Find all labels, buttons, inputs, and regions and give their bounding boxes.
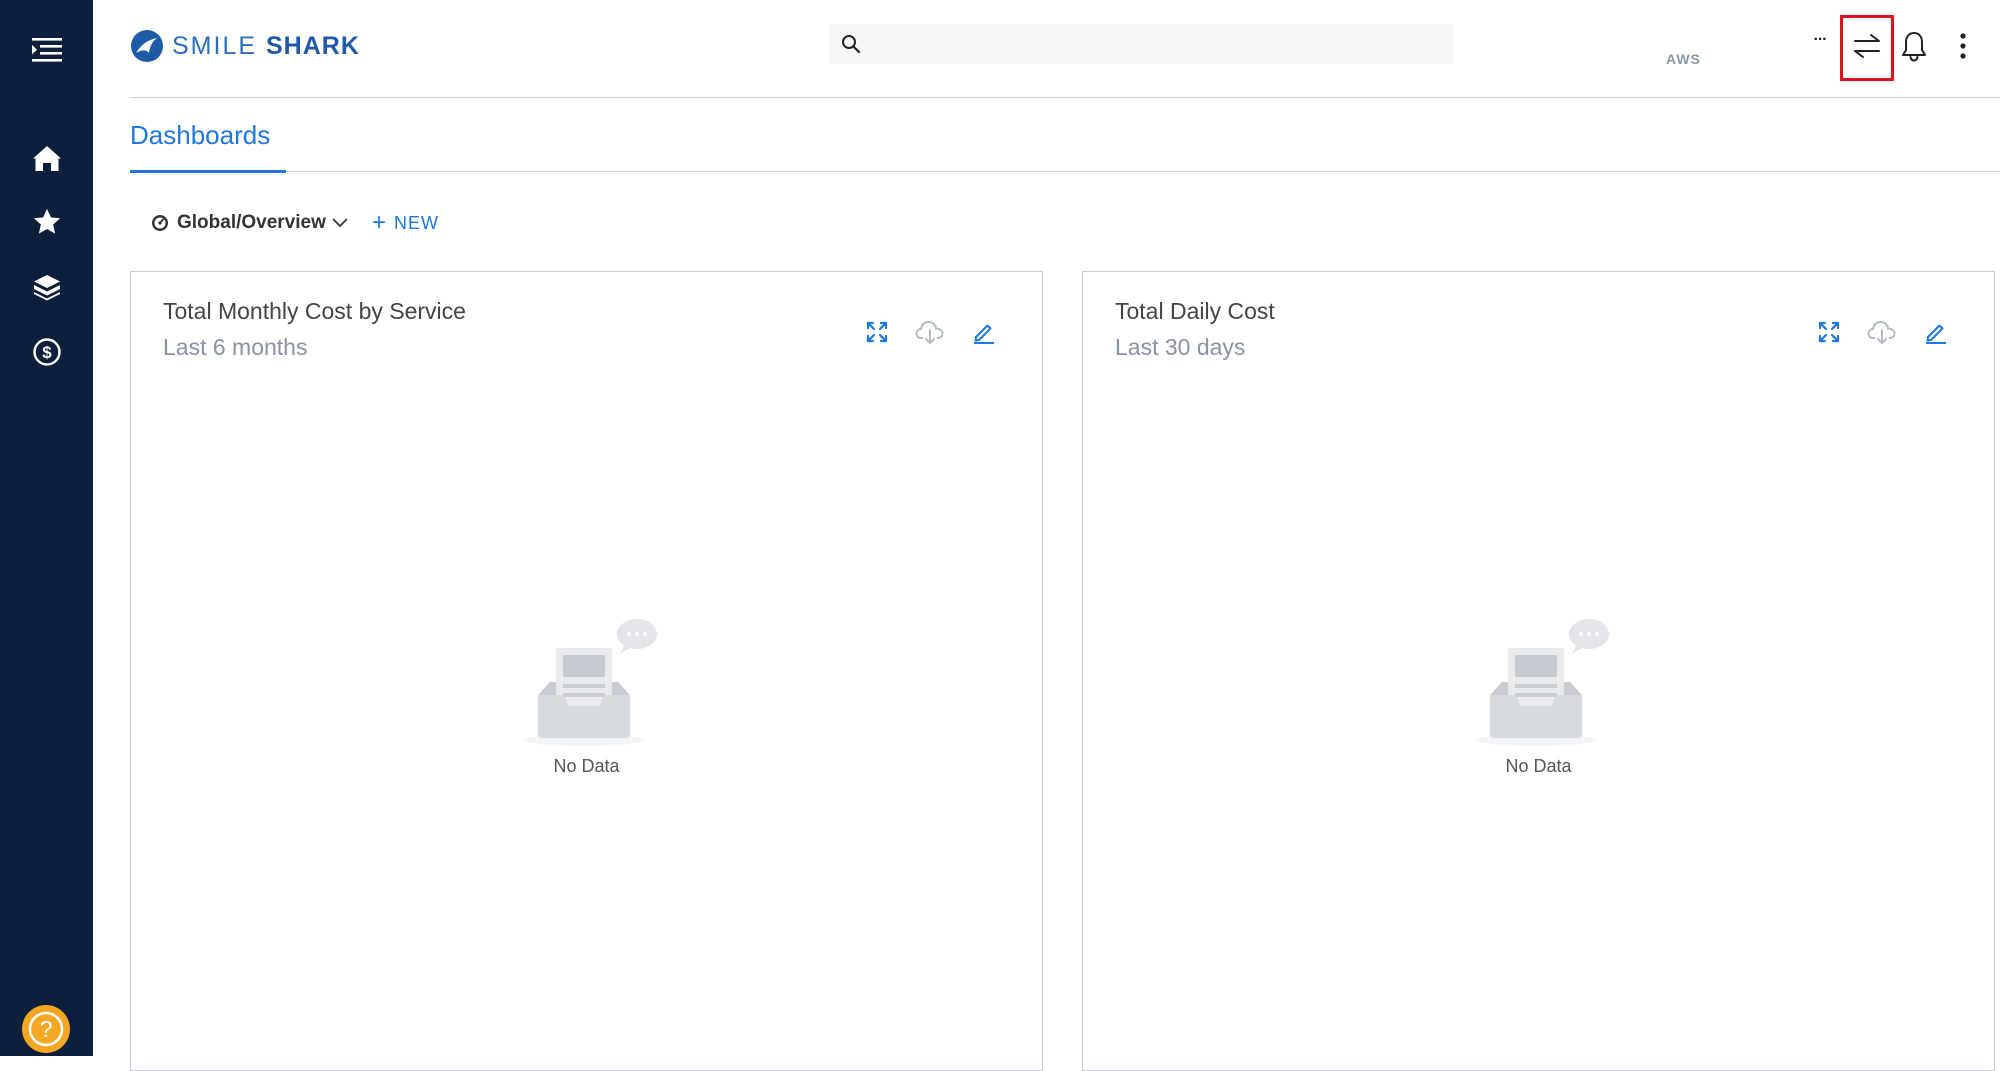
empty-state-label: No Data	[553, 756, 620, 776]
ellipsis-label: ···	[1813, 31, 1828, 48]
sidebar-item-favorites[interactable]	[0, 202, 93, 242]
edit-button[interactable]	[966, 314, 1002, 350]
dashboard-selector[interactable]: Global/Overview	[151, 208, 348, 238]
help-icon: ?	[28, 1011, 64, 1047]
empty-state: No Data	[1083, 612, 1994, 777]
header-divider	[130, 97, 2000, 98]
search-bar[interactable]	[829, 24, 1453, 64]
cube-icon	[33, 275, 60, 301]
download-button[interactable]	[912, 314, 948, 350]
cloud-download-icon	[915, 320, 944, 344]
active-tab-indicator	[130, 170, 286, 173]
expand-icon	[866, 321, 888, 343]
menu-toggle-button[interactable]	[0, 28, 93, 72]
sidebar: $ ?	[0, 0, 93, 1056]
svg-text:?: ?	[40, 1016, 53, 1042]
empty-state: No Data	[131, 612, 1042, 777]
expand-button[interactable]	[1811, 314, 1847, 350]
expand-button[interactable]	[859, 314, 895, 350]
plus-icon: +	[372, 209, 388, 236]
cloud-download-icon	[1867, 320, 1896, 344]
pencil-icon	[1926, 324, 1946, 344]
kebab-menu-button[interactable]	[1953, 28, 1973, 64]
widget-card: Total Daily Cost Last 30 days No Data	[1082, 271, 1995, 1071]
brand-logo[interactable]: SMILE SHARK	[130, 26, 360, 66]
sidebar-item-billing[interactable]: $	[0, 332, 93, 372]
edit-button[interactable]	[1918, 314, 1954, 350]
widget-title: Total Daily Cost	[1115, 298, 1275, 324]
help-button[interactable]: ?	[22, 1005, 70, 1053]
dollar-icon: $	[32, 338, 61, 366]
widget-subtitle: Last 6 months	[163, 334, 308, 360]
sidebar-item-resources[interactable]	[0, 267, 93, 307]
notifications-button[interactable]	[1897, 28, 1931, 64]
tab-dashboards[interactable]: Dashboards	[130, 120, 270, 151]
shark-logo-icon	[131, 30, 163, 62]
widget-subtitle: Last 30 days	[1115, 334, 1246, 360]
sidebar-item-home[interactable]	[0, 138, 93, 178]
bell-icon	[1902, 32, 1926, 62]
brand-name: SMILE SHARK	[172, 31, 360, 60]
empty-inbox-icon	[523, 619, 657, 746]
chevron-down-icon	[332, 218, 348, 228]
svg-text:$: $	[42, 343, 52, 362]
new-dashboard-label: NEW	[394, 212, 440, 233]
search-icon	[842, 35, 861, 54]
empty-state-label: No Data	[1505, 756, 1572, 776]
gauge-icon	[152, 215, 168, 231]
home-icon	[32, 146, 61, 171]
switch-arrows-icon	[1854, 34, 1880, 58]
star-icon	[33, 208, 60, 234]
pencil-icon	[974, 324, 994, 344]
search-input[interactable]	[873, 30, 1437, 60]
account-label[interactable]: AWS	[1666, 51, 1701, 67]
expand-icon	[1818, 321, 1840, 343]
widget-title: Total Monthly Cost by Service	[163, 298, 466, 324]
widget-card: Total Monthly Cost by Service Last 6 mon…	[130, 271, 1043, 1071]
download-button[interactable]	[1864, 314, 1900, 350]
main-area: SMILE SHARK AWS ··· Dashboards Global/Ov…	[93, 0, 2000, 1071]
new-dashboard-button[interactable]: + NEW	[372, 208, 439, 238]
empty-inbox-icon	[1475, 619, 1609, 746]
dashboard-selector-label: Global/Overview	[177, 212, 326, 233]
switch-view-button[interactable]	[1850, 28, 1884, 64]
more-options-button[interactable]: ···	[1807, 30, 1833, 50]
tab-divider	[130, 171, 2000, 172]
kebab-icon	[1960, 33, 1966, 59]
menu-icon	[31, 38, 62, 62]
